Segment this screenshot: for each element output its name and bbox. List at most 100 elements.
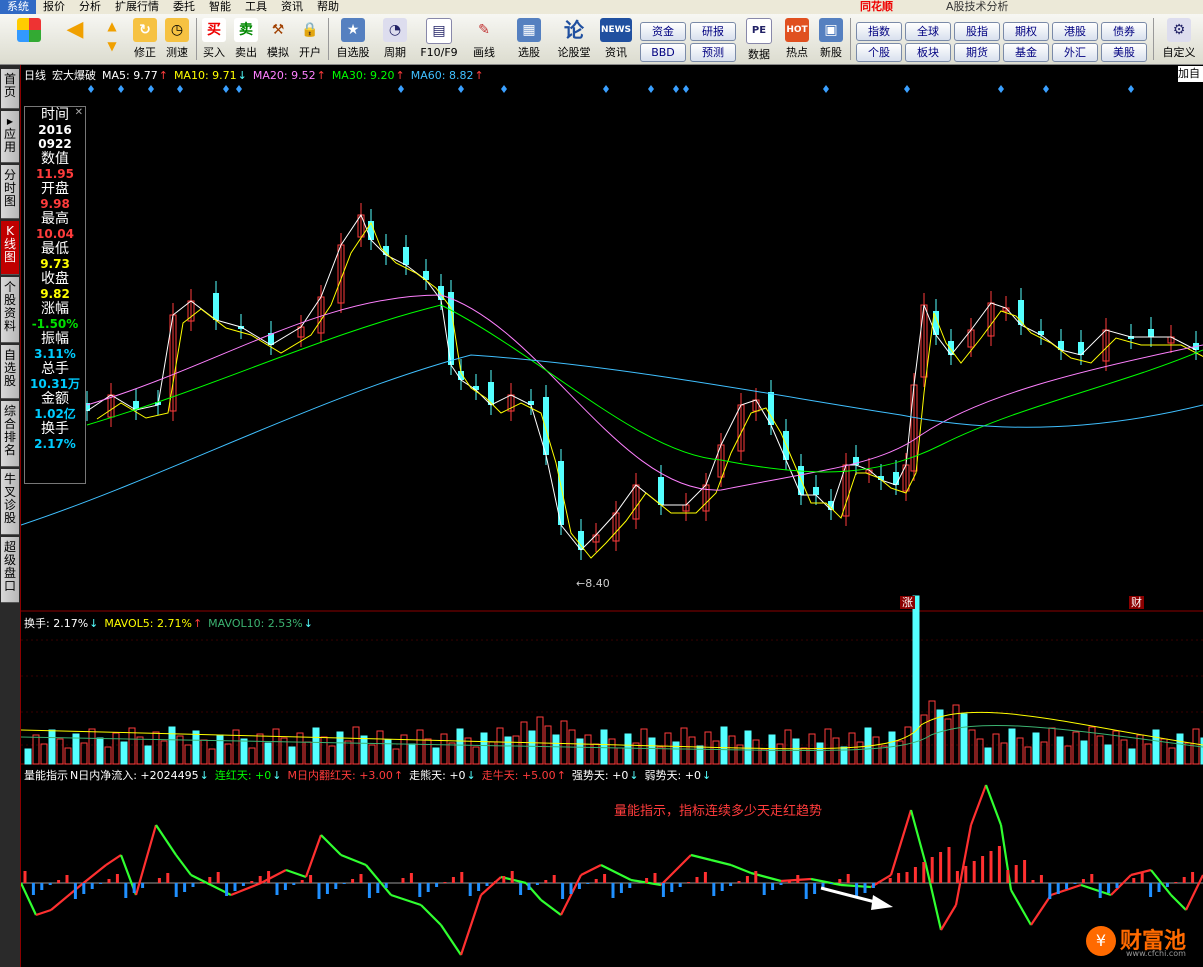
kline-chart-area[interactable] [20, 65, 1203, 967]
finance-marker[interactable]: 财 [1129, 596, 1144, 609]
draw-line-button[interactable]: ✎ 画线 [464, 16, 504, 62]
speedtest-button[interactable]: ◷ 测速 [162, 16, 192, 62]
menu-trade[interactable]: 委托 [166, 0, 202, 14]
volume-bar [512, 735, 520, 765]
volume-bar [296, 732, 304, 765]
volume-bar [1024, 746, 1032, 765]
volume-bar [24, 748, 32, 765]
data-window-value: 9.73 [40, 257, 70, 271]
sidebar-item-diagnose[interactable]: 牛叉诊股 [1, 469, 19, 535]
sell-button[interactable]: 卖卖出 [231, 16, 261, 62]
menu-system[interactable]: 系统 [0, 0, 36, 14]
candle-body [1148, 329, 1154, 337]
up-arrow-icon: ↑ [393, 769, 404, 782]
market-stock-button[interactable]: 个股 [856, 43, 902, 62]
data-window-label: 最高 [41, 211, 69, 227]
data-window-value: -1.50% [31, 317, 79, 331]
market-hk-button[interactable]: 港股 [1052, 22, 1098, 41]
toolbar-separator [328, 18, 329, 60]
sidebar-item-profile[interactable]: 个股资料 [1, 277, 19, 343]
data-window-value: 2.17% [34, 437, 76, 451]
bbd-button[interactable]: BBD [640, 43, 686, 62]
sidebar-item-home[interactable]: 首页 [1, 69, 19, 109]
data-window-rows: 时间 2016 0922 数值 11.95 开盘 9.98 最高 10.04 最低 9.73 收盘 9.… [25, 107, 85, 451]
limit-up-marker[interactable]: 涨 [900, 596, 915, 609]
menu-analysis[interactable]: 分析 [72, 0, 108, 14]
stock-select-button[interactable]: ▦ 选股 [508, 16, 550, 62]
hot-icon: HOT [785, 18, 809, 42]
sidebar-item-watchlist[interactable]: 自选股 [1, 345, 19, 399]
indicator-segment [969, 784, 988, 826]
arrow-left-icon: ← [576, 577, 586, 590]
new-stock-label: 新股 [820, 46, 842, 59]
indicator-segment [954, 824, 973, 906]
indicator-segment [1185, 874, 1203, 911]
open-account-button[interactable]: 🔒 开户 [295, 16, 325, 62]
back-button[interactable]: ◀ [58, 16, 92, 62]
market-bond-button[interactable]: 债券 [1101, 22, 1147, 41]
data-window-label: 换手 [41, 421, 69, 437]
revise-button[interactable]: ↻ 修正 [130, 16, 160, 62]
hotspot-button[interactable]: HOT 热点 [780, 16, 814, 62]
annotation-arrow [820, 886, 880, 905]
period-label: 周期 [384, 46, 406, 59]
updown-button[interactable]: ▲ ▼ [100, 16, 124, 62]
period-button[interactable]: ◔ 周期 [376, 16, 414, 62]
market-us-button[interactable]: 美股 [1101, 43, 1147, 62]
forecast-button[interactable]: 预测 [690, 43, 736, 62]
customize-button[interactable]: ⚙ 自定义 [1158, 16, 1200, 62]
indicator-segment [340, 853, 367, 867]
sidebar-item-timeshare[interactable]: 分时图 [1, 165, 19, 219]
volume-bar [320, 736, 328, 765]
sidebar-item-kline[interactable]: K线图 [1, 221, 19, 275]
volume-bar [1152, 729, 1160, 765]
menu-quote[interactable]: 报价 [36, 0, 72, 14]
data-window-value: 10.04 [36, 227, 74, 241]
menu-ext-market[interactable]: 扩展行情 [108, 0, 166, 14]
menu-smart[interactable]: 智能 [202, 0, 238, 14]
market-forex-button[interactable]: 外汇 [1052, 43, 1098, 62]
fund-button[interactable]: 资金 [640, 22, 686, 41]
menu-news[interactable]: 资讯 [274, 0, 310, 14]
volume-bar [744, 730, 752, 765]
volume-bar [312, 727, 320, 765]
forum-button[interactable]: 论论股堂 [554, 16, 594, 62]
period-label: 日线 [24, 69, 46, 82]
volume-bar [536, 716, 544, 765]
market-global-button[interactable]: 全球 [905, 22, 951, 41]
sidebar-item-orderbook[interactable]: 超级盘口 [1, 537, 19, 603]
menu-help[interactable]: 帮助 [310, 0, 346, 14]
pencil-icon: ✎ [478, 22, 490, 38]
market-stockindex-button[interactable]: 股指 [954, 22, 1000, 41]
volume-bar [160, 740, 168, 765]
close-icon[interactable]: ✕ [75, 107, 83, 118]
simulate-button[interactable]: ⚒ 模拟 [263, 16, 293, 62]
add-watch-tag[interactable]: 加自 [1178, 66, 1203, 82]
research-button[interactable]: 研报 [690, 22, 736, 41]
volume-bar [1008, 728, 1016, 765]
sidebar-item-ranking[interactable]: 综合排名 [1, 401, 19, 467]
layout-button[interactable] [12, 16, 46, 62]
data-window-label: 收盘 [41, 271, 69, 287]
market-options-button[interactable]: 期权 [1003, 22, 1049, 41]
stock-name: 宏大爆破 [52, 69, 96, 82]
f10-button[interactable]: ▤ F10/F9 [416, 16, 462, 62]
turn-red-label: M日内翻红天: +3.00 [287, 769, 393, 782]
market-funds-button[interactable]: 基金 [1003, 43, 1049, 62]
market-index-button[interactable]: 指数 [856, 22, 902, 41]
watchlist-button[interactable]: ★ 自选股 [332, 16, 374, 62]
indicator-segment [35, 908, 52, 917]
candle-body [213, 293, 219, 320]
buy-button[interactable]: 买买入 [199, 16, 229, 62]
news-button[interactable]: NEWS 资讯 [597, 16, 635, 62]
volume-bar [192, 730, 200, 765]
menu-tools[interactable]: 工具 [238, 0, 274, 14]
customize-icon: ⚙ [1167, 18, 1191, 42]
new-stock-button[interactable]: ▣ 新股 [816, 16, 846, 62]
data-button[interactable]: PE 数据 [742, 16, 776, 62]
sidebar-item-apps[interactable]: ▶ 应用 [1, 111, 19, 163]
revise-label: 修正 [134, 46, 156, 59]
market-futures-button[interactable]: 期货 [954, 43, 1000, 62]
volume-bar [912, 595, 920, 765]
market-sector-button[interactable]: 板块 [905, 43, 951, 62]
